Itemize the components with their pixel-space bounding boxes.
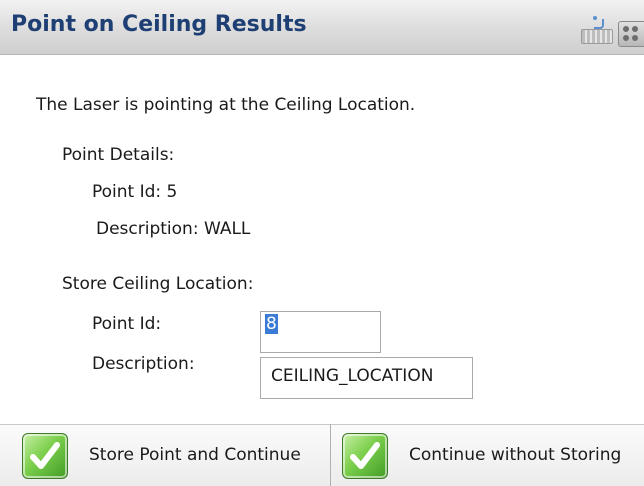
checkmark-icon [342, 433, 388, 479]
point-id-label: Point Id: [92, 314, 162, 334]
title-bar: Point on Ceiling Results [0, 0, 644, 55]
checkmark-icon [22, 433, 68, 479]
grid-menu-icon[interactable] [618, 21, 644, 47]
store-ceiling-heading: Store Ceiling Location: [62, 274, 254, 294]
point-id-field[interactable]: 8 [260, 311, 381, 353]
continue-without-storing-button[interactable]: Continue without Storing [331, 424, 644, 486]
description-readout: Description: WALL [96, 219, 251, 239]
page-title: Point on Ceiling Results [11, 12, 307, 37]
keyboard-icon[interactable] [580, 16, 614, 44]
point-id-value: 8 [265, 314, 278, 334]
description-value: CEILING_LOCATION [271, 366, 434, 386]
store-point-label: Store Point and Continue [89, 445, 301, 465]
status-message: The Laser is pointing at the Ceiling Loc… [36, 95, 416, 115]
continue-without-storing-label: Continue without Storing [409, 445, 622, 465]
store-point-button[interactable]: Store Point and Continue [0, 424, 330, 486]
description-field[interactable]: CEILING_LOCATION [260, 357, 473, 399]
point-id-readout: Point Id: 5 [92, 182, 178, 202]
description-label: Description: [92, 354, 195, 374]
point-details-heading: Point Details: [62, 145, 175, 165]
